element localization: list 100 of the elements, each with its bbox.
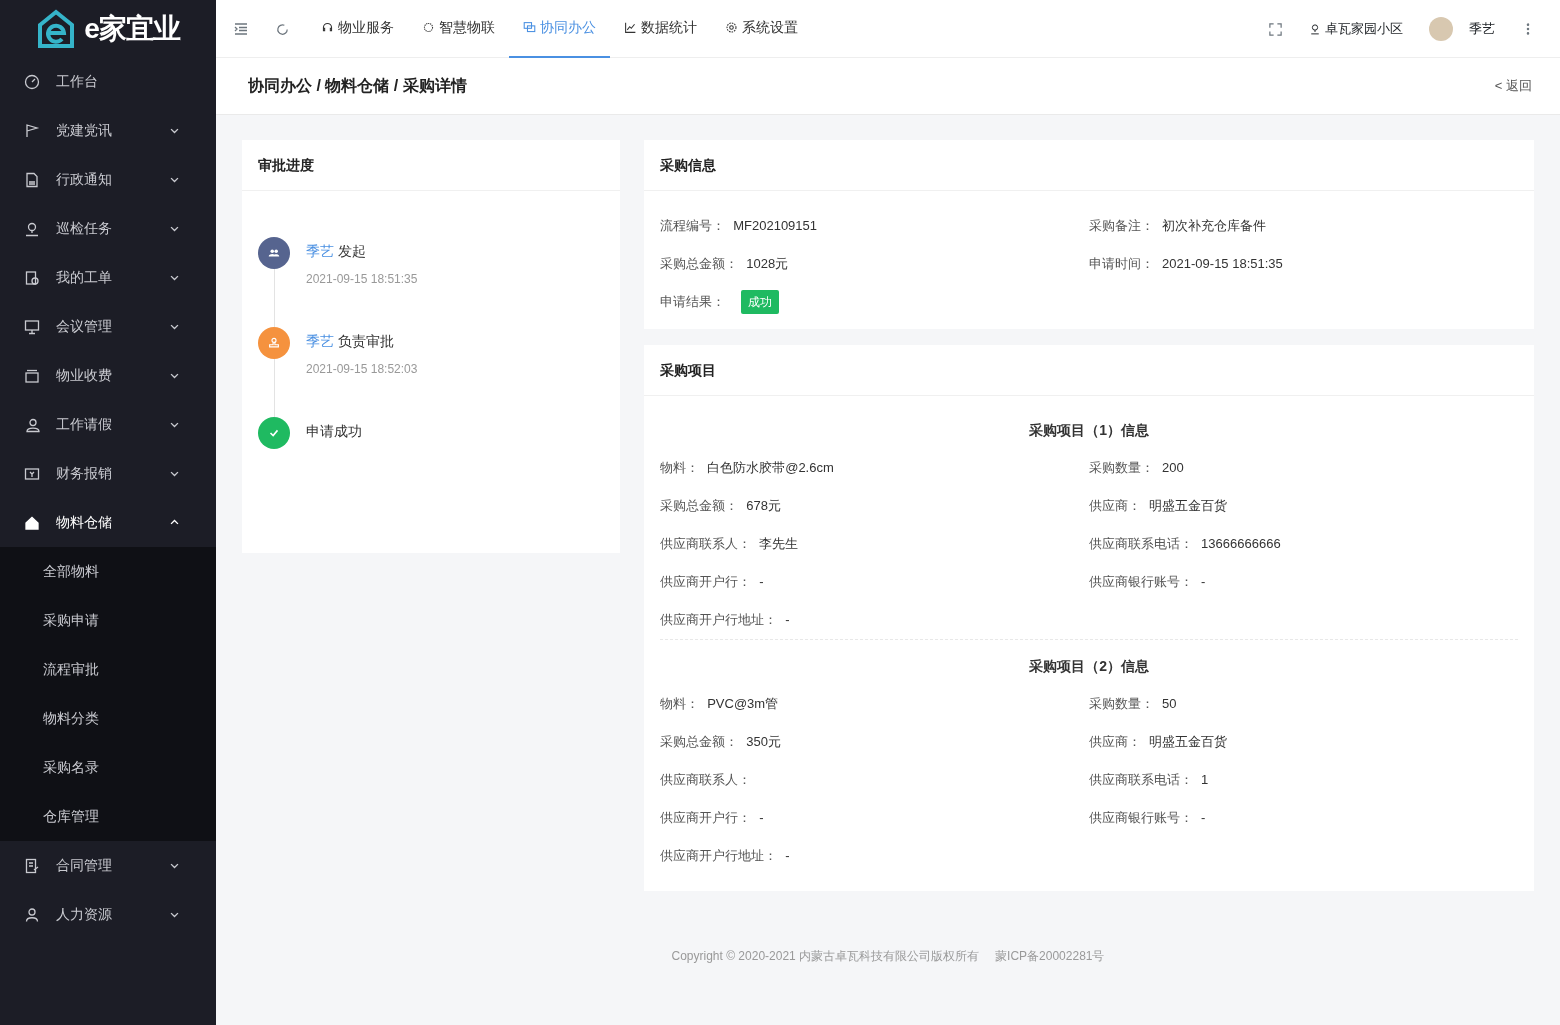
gear-icon — [725, 21, 738, 34]
field-label: 供应商银行账号： — [1089, 809, 1194, 828]
field-value: 白色防水胶带@2.6cm — [707, 459, 834, 478]
headset-icon — [321, 21, 334, 34]
field-label: 供应商： — [1089, 497, 1142, 516]
back-link[interactable]: < 返回 — [1494, 76, 1532, 96]
user-menu[interactable]: 季艺 — [1428, 15, 1496, 42]
menu-icon — [233, 21, 249, 38]
nav-tab[interactable]: 数据统计 — [610, 0, 711, 58]
field-label: 物料： — [660, 459, 700, 478]
field-label: 采购数量： — [1089, 459, 1155, 478]
sidebar-menu-item[interactable]: 我的工单 — [0, 253, 216, 302]
field-value: 1028元 — [746, 255, 789, 274]
home-icon — [24, 514, 40, 531]
sidebar-menu-item[interactable]: 物业收费 — [0, 351, 216, 400]
submenu-item[interactable]: 全部物料 — [0, 547, 216, 596]
field-label: 采购数量： — [1089, 695, 1155, 714]
field-label: 供应商开户行： — [660, 809, 752, 828]
success-tag: 成功 — [741, 290, 780, 314]
line-chart-icon — [624, 21, 637, 34]
submenu-item[interactable]: 仓库管理 — [0, 792, 216, 841]
submenu-item[interactable]: 流程审批 — [0, 645, 216, 694]
field-label: 供应商开户行地址： — [660, 847, 778, 866]
field-value: MF202109151 — [733, 217, 818, 236]
field-label: 供应商联系人： — [660, 771, 752, 790]
sidebar-menu-item[interactable]: 行政通知 — [0, 155, 216, 204]
field-value: 李先生 — [759, 535, 799, 554]
field-label: 供应商联系电话： — [1089, 535, 1194, 554]
field-value: 1 — [1201, 771, 1209, 790]
windows-icon — [523, 21, 536, 34]
field-label: 采购总金额： — [660, 255, 739, 274]
person-icon — [24, 416, 40, 433]
field-value: 2021-09-15 18:51:35 — [1162, 255, 1283, 274]
house-logo-icon — [36, 8, 77, 49]
field-label: 供应商联系人： — [660, 535, 752, 554]
nav-tab[interactable]: 智慧物联 — [408, 0, 509, 58]
field-label: 供应商银行账号： — [1089, 573, 1194, 592]
location-pin-icon — [24, 220, 40, 237]
field-label: 申请结果： — [660, 293, 726, 312]
document-icon — [24, 171, 40, 188]
user-icon — [24, 906, 40, 923]
panel-title: 审批进度 — [242, 140, 621, 191]
field-value: 初次补充仓库备件 — [1162, 217, 1267, 236]
flag-icon — [24, 122, 40, 139]
sidebar-menu-item[interactable]: 工作台 — [0, 57, 216, 106]
field-label: 采购总金额： — [660, 733, 739, 752]
sidebar-menu-item[interactable]: 人力资源 — [0, 890, 216, 939]
sidebar-menu-item[interactable]: 工作请假 — [0, 400, 216, 449]
item-heading: 采购项目（2）信息 — [1028, 657, 1150, 676]
field-value: 明盛五金百货 — [1149, 497, 1228, 516]
field-label: 供应商开户行地址： — [660, 611, 778, 630]
submenu-item[interactable]: 采购申请 — [0, 596, 216, 645]
field-value: - — [759, 809, 764, 828]
sidebar-menu-item[interactable]: 党建党讯 — [0, 106, 216, 155]
item-heading: 采购项目（1）信息 — [1028, 421, 1150, 440]
nav-tab[interactable]: 系统设置 — [711, 0, 812, 58]
sidebar-menu-item[interactable]: 会议管理 — [0, 302, 216, 351]
field-value: - — [1201, 809, 1206, 828]
field-label: 物料： — [660, 695, 700, 714]
sidebar-menu-item[interactable]: 巡检任务 — [0, 204, 216, 253]
step-text: 季艺 发起 — [306, 242, 367, 261]
panel-title: 采购信息 — [644, 140, 1534, 191]
refresh-icon — [275, 21, 290, 37]
location-selector[interactable]: 卓瓦家园小区 — [1308, 17, 1404, 40]
field-label: 流程编号： — [660, 217, 726, 236]
nav-tab[interactable]: 物业服务 — [307, 0, 408, 58]
field-value: PVC@3m管 — [707, 695, 779, 714]
field-value: 13666666666 — [1201, 535, 1281, 554]
field-label: 采购备注： — [1089, 217, 1155, 236]
submenu-item[interactable]: 物料分类 — [0, 694, 216, 743]
field-label: 申请时间： — [1089, 255, 1155, 274]
gauge-icon — [24, 73, 40, 90]
field-value: 200 — [1162, 459, 1184, 478]
field-value: 350元 — [746, 733, 781, 752]
submenu-item[interactable]: 采购名录 — [0, 743, 216, 792]
field-value: - — [785, 611, 790, 630]
field-value: 50 — [1162, 695, 1177, 714]
copyright-text: Copyright © 2020-2021 内蒙古卓瓦科技有限公司版权所有 — [671, 948, 980, 965]
contract-icon — [24, 857, 40, 874]
sidebar-menu-item[interactable]: 物料仓储 — [0, 498, 216, 547]
cash-box-icon — [24, 367, 40, 384]
field-label: 供应商： — [1089, 733, 1142, 752]
step-text: 申请成功 — [306, 422, 362, 441]
stamp-icon — [267, 336, 281, 350]
breadcrumb: 协同办公 / 物料仓储 / 采购详情 — [248, 76, 467, 96]
field-label: 供应商联系电话： — [1089, 771, 1194, 790]
icp-number: 蒙ICP备20002281号 — [995, 948, 1105, 965]
logo-text: e家宜业 — [84, 11, 180, 46]
panel-title: 采购项目 — [644, 345, 1534, 396]
step-time: 2021-09-15 18:51:35 — [306, 271, 418, 288]
clipboard-clock-icon — [24, 269, 40, 286]
field-value: - — [759, 573, 764, 592]
sidebar-menu-item[interactable]: 合同管理 — [0, 841, 216, 890]
monitor-icon — [24, 318, 40, 335]
location-pin-icon — [1309, 22, 1321, 35]
sidebar-menu-item[interactable]: 财务报销 — [0, 449, 216, 498]
step-time: 2021-09-15 18:52:03 — [306, 361, 418, 378]
field-value: - — [785, 847, 790, 866]
field-value: 678元 — [746, 497, 781, 516]
avatar — [1429, 16, 1453, 41]
